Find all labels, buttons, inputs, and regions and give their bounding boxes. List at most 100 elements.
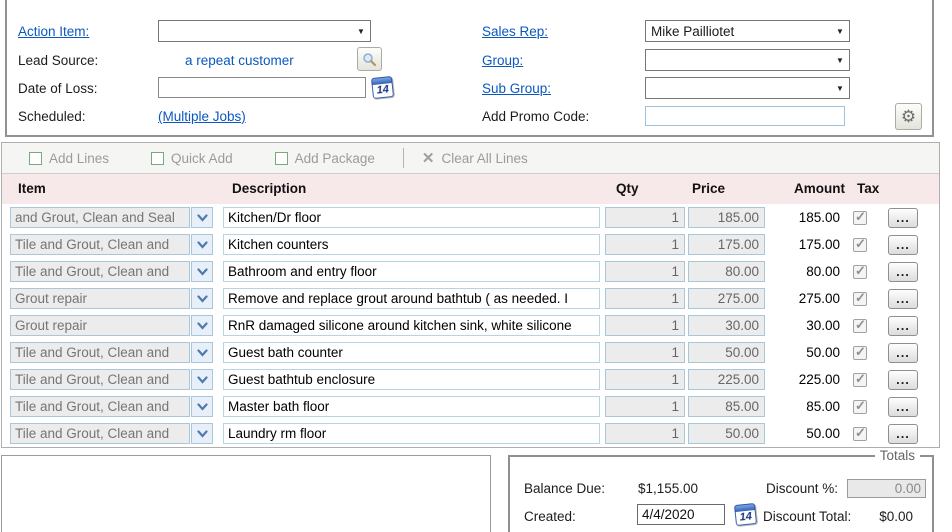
- row-options-button[interactable]: ...: [888, 262, 918, 282]
- lead-source-search-button[interactable]: [357, 47, 382, 71]
- item-input[interactable]: [10, 369, 190, 390]
- qty-input[interactable]: [605, 288, 685, 309]
- item-chevron-down-icon[interactable]: [191, 369, 213, 390]
- sub-group-link[interactable]: Sub Group:: [482, 81, 551, 96]
- table-row: 50.00 ✓ ...: [2, 339, 939, 366]
- table-row: 30.00 ✓ ...: [2, 312, 939, 339]
- tax-checkbox[interactable]: ✓: [853, 427, 867, 441]
- item-input[interactable]: [10, 261, 190, 282]
- price-input[interactable]: [688, 234, 765, 255]
- item-input[interactable]: [10, 342, 190, 363]
- row-options-button[interactable]: ...: [888, 397, 918, 417]
- price-input[interactable]: [688, 288, 765, 309]
- price-input[interactable]: [688, 261, 765, 282]
- description-input[interactable]: [223, 369, 600, 390]
- amount-value: 85.00: [770, 399, 840, 414]
- totals-legend: Totals: [875, 449, 920, 463]
- item-chevron-down-icon[interactable]: [191, 396, 213, 417]
- row-options-button[interactable]: ...: [888, 235, 918, 255]
- sub-group-select[interactable]: ▼: [645, 77, 850, 99]
- qty-input[interactable]: [605, 423, 685, 444]
- qty-input[interactable]: [605, 396, 685, 417]
- header-qty: Qty: [616, 181, 639, 196]
- price-input[interactable]: [688, 396, 765, 417]
- qty-input[interactable]: [605, 261, 685, 282]
- price-input[interactable]: [688, 207, 765, 228]
- dropdown-arrow-icon: ▼: [831, 56, 849, 65]
- item-chevron-down-icon[interactable]: [191, 261, 213, 282]
- item-input[interactable]: [10, 288, 190, 309]
- item-input[interactable]: [10, 234, 190, 255]
- date-of-loss-calendar-icon[interactable]: 14: [371, 76, 394, 99]
- action-item-link[interactable]: Action Item:: [18, 24, 89, 39]
- add-lines-icon: [29, 152, 42, 165]
- add-package-button[interactable]: Add Package: [275, 151, 375, 166]
- date-of-loss-input[interactable]: [158, 77, 366, 98]
- add-lines-button[interactable]: Add Lines: [29, 151, 109, 166]
- tax-checkbox[interactable]: ✓: [853, 319, 867, 333]
- qty-input[interactable]: [605, 342, 685, 363]
- item-input[interactable]: [10, 423, 190, 444]
- header-amount: Amount: [794, 181, 845, 196]
- tax-checkbox[interactable]: ✓: [853, 238, 867, 252]
- description-input[interactable]: [223, 342, 600, 363]
- quick-add-button[interactable]: Quick Add: [151, 151, 233, 166]
- description-input[interactable]: [223, 423, 600, 444]
- description-input[interactable]: [223, 288, 600, 309]
- tax-checkbox[interactable]: ✓: [853, 211, 867, 225]
- item-chevron-down-icon[interactable]: [191, 207, 213, 228]
- price-input[interactable]: [688, 369, 765, 390]
- table-row: 225.00 ✓ ...: [2, 366, 939, 393]
- clear-all-lines-button[interactable]: ✕ Clear All Lines: [422, 151, 528, 166]
- created-date-input[interactable]: [637, 504, 725, 525]
- item-chevron-down-icon[interactable]: [191, 288, 213, 309]
- price-input[interactable]: [688, 342, 765, 363]
- item-chevron-down-icon[interactable]: [191, 315, 213, 336]
- promo-code-input[interactable]: [645, 106, 845, 126]
- description-input[interactable]: [223, 315, 600, 336]
- item-input[interactable]: [10, 207, 190, 228]
- line-items: 185.00 ✓ ... 175.00 ✓ ... 80.00 ✓ ...: [2, 204, 939, 447]
- row-options-button[interactable]: ...: [888, 370, 918, 390]
- row-options-button[interactable]: ...: [888, 343, 918, 363]
- description-input[interactable]: [223, 261, 600, 282]
- description-input[interactable]: [223, 234, 600, 255]
- header-price: Price: [692, 181, 725, 196]
- tax-checkbox[interactable]: ✓: [853, 373, 867, 387]
- tax-checkbox[interactable]: ✓: [853, 292, 867, 306]
- scheduled-multiple-jobs-link[interactable]: (Multiple Jobs): [158, 109, 246, 124]
- qty-input[interactable]: [605, 234, 685, 255]
- discount-pct-input[interactable]: [847, 479, 926, 498]
- action-item-select[interactable]: ▼: [158, 20, 371, 42]
- check-icon: ✓: [855, 236, 866, 252]
- qty-input[interactable]: [605, 207, 685, 228]
- amount-value: 50.00: [770, 345, 840, 360]
- amount-value: 50.00: [770, 426, 840, 441]
- row-options-button[interactable]: ...: [888, 289, 918, 309]
- item-chevron-down-icon[interactable]: [191, 234, 213, 255]
- price-input[interactable]: [688, 423, 765, 444]
- tax-checkbox[interactable]: ✓: [853, 400, 867, 414]
- description-input[interactable]: [223, 396, 600, 417]
- lead-source-value[interactable]: a repeat customer: [185, 53, 294, 68]
- item-chevron-down-icon[interactable]: [191, 423, 213, 444]
- row-options-button[interactable]: ...: [888, 208, 918, 228]
- tax-checkbox[interactable]: ✓: [853, 346, 867, 360]
- item-chevron-down-icon[interactable]: [191, 342, 213, 363]
- created-calendar-icon[interactable]: 14: [734, 503, 757, 526]
- item-input[interactable]: [10, 315, 190, 336]
- tax-checkbox[interactable]: ✓: [853, 265, 867, 279]
- promo-settings-button[interactable]: ⚙: [895, 103, 922, 130]
- description-input[interactable]: [223, 207, 600, 228]
- quick-add-icon: [151, 152, 164, 165]
- row-options-button[interactable]: ...: [888, 316, 918, 336]
- qty-input[interactable]: [605, 369, 685, 390]
- price-input[interactable]: [688, 315, 765, 336]
- row-options-button[interactable]: ...: [888, 424, 918, 444]
- group-link[interactable]: Group:: [482, 53, 523, 68]
- sales-rep-link[interactable]: Sales Rep:: [482, 24, 548, 39]
- sales-rep-select[interactable]: Mike Pailliotet ▼: [645, 20, 850, 42]
- qty-input[interactable]: [605, 315, 685, 336]
- group-select[interactable]: ▼: [645, 49, 850, 71]
- item-input[interactable]: [10, 396, 190, 417]
